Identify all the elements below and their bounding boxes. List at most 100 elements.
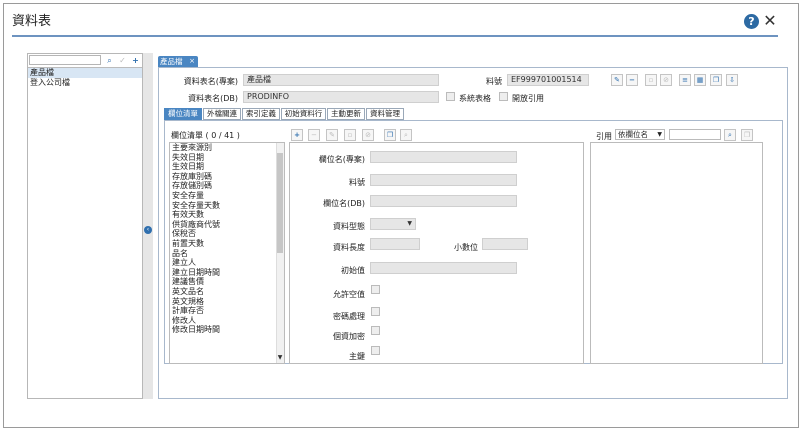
document-tab-strip: 產品檔 × [158,56,788,67]
column-list[interactable]: 主要來源別 失效日期 生效日期 存放庫別碼 存放儲別碼 安全存量 安全存量天數 … [169,142,285,364]
primary-key-checkbox[interactable] [371,346,380,355]
list-item[interactable]: 存放儲別碼 [170,181,284,191]
list-item[interactable]: 存放庫別碼 [170,172,284,182]
list-item[interactable]: 建立日期時間 [170,268,284,278]
list-item[interactable]: 供貨廠商代號 [170,220,284,230]
add-field-icon[interactable]: + [291,129,303,141]
table-name-local-label: 資料表名(專案) [183,77,238,86]
list-item[interactable]: 建立人 [170,258,284,268]
primary-key-label: 主鍵 [349,352,365,361]
tab-foreign-relation[interactable]: 外檔關連 [203,108,241,120]
tab-product-file[interactable]: 產品檔 × [158,56,198,67]
collapse-arrow-icon[interactable]: ‹ [144,226,152,234]
list-item[interactable]: 產品檔 [28,68,142,78]
data-type-select[interactable]: ▼ [370,218,416,230]
cancel-field-icon[interactable]: ⊘ [362,129,374,141]
list-item[interactable]: 修改日期時間 [170,325,284,335]
code-label: 料號 [486,77,502,86]
system-table-checkbox[interactable] [446,92,455,101]
list-icon[interactable]: ≡ [679,74,691,86]
ref-select[interactable]: 依欄位名 ▼ [615,129,665,140]
list-item[interactable]: 有效天數 [170,210,284,220]
help-icon[interactable]: ? [744,14,759,29]
table-name-db-field[interactable]: PRODINFO [243,91,439,103]
minus-icon[interactable]: − [626,74,638,86]
ref-select-value: 依欄位名 [618,130,648,139]
remove-field-icon[interactable]: − [308,129,320,141]
allow-null-label: 允許空值 [333,290,365,299]
list-item[interactable]: 保稅否 [170,229,284,239]
password-label: 密碼處理 [333,312,365,321]
chevron-down-icon: ▼ [407,220,412,227]
ref-search-icon[interactable]: ⌕ [724,129,736,141]
password-checkbox[interactable] [371,307,380,316]
encrypt-checkbox[interactable] [371,326,380,335]
list-item[interactable]: 登入公司檔 [28,78,142,88]
cancel-icon[interactable]: ⊘ [660,74,672,86]
list-item[interactable]: 建議售價 [170,277,284,287]
list-item[interactable]: 安全存量 [170,191,284,201]
grid-icon[interactable]: ▦ [694,74,706,86]
list-item[interactable]: 失效日期 [170,153,284,163]
system-table-label: 系統表格 [459,94,491,103]
list-item[interactable]: 修改人 [170,316,284,326]
decimals-input[interactable] [482,238,528,250]
edit-icon[interactable]: ✎ [611,74,623,86]
field-name-db-label: 欄位名(DB) [323,199,365,208]
list-item[interactable]: 前置天數 [170,239,284,249]
table-list: 產品檔 登入公司檔 [28,67,142,399]
list-item[interactable]: 品名 [170,249,284,259]
field-code-label: 料號 [349,178,365,187]
open-ref-checkbox[interactable] [499,92,508,101]
list-item[interactable]: 生效日期 [170,162,284,172]
list-item[interactable]: 英文品名 [170,287,284,297]
field-name-local-label: 欄位名(專案) [318,155,365,164]
ref-copy-icon[interactable]: ❐ [741,129,753,141]
close-icon[interactable]: ✕ [763,13,777,29]
table-name-db-label: 資料表名(DB) [188,94,238,103]
initial-value-input[interactable] [370,262,517,274]
tab-close-icon[interactable]: × [189,56,195,67]
tab-active-update[interactable]: 主動更新 [327,108,365,120]
title-divider [12,35,778,37]
tab-label: 產品檔 [160,57,183,66]
scroll-down-icon[interactable]: ▼ [277,354,283,362]
column-list-header: 欄位清單 ( 0 / 41 ) [171,131,240,140]
tab-index-def[interactable]: 索引定義 [242,108,280,120]
field-name-local-input[interactable] [370,151,517,163]
tab-field-list[interactable]: 欄位清單 [164,108,202,120]
save-icon[interactable]: ▫ [645,74,657,86]
data-length-input[interactable] [370,238,420,250]
table-name-local-field[interactable]: 產品檔 [243,74,439,86]
save-field-icon[interactable]: ▫ [344,129,356,141]
encrypt-label: 個資加密 [333,332,365,341]
edit-field-icon[interactable]: ✎ [326,129,338,141]
ref-label: 引用 [596,132,612,141]
field-name-db-input[interactable] [370,195,517,207]
tab-data-manage[interactable]: 資料管理 [366,108,404,120]
table-search-input[interactable] [29,55,101,65]
open-ref-label: 開放引用 [512,94,544,103]
field-code-input[interactable] [370,174,517,186]
check-icon[interactable]: ✓ [117,55,128,66]
search-field-icon[interactable]: ⌕ [400,129,412,141]
list-item[interactable]: 英文規格 [170,297,284,307]
reference-panel [590,142,763,364]
chevron-down-icon: ▼ [657,131,662,138]
download-icon[interactable]: ⇩ [726,74,738,86]
window-title: 資料表 [12,14,52,29]
tab-initial-data[interactable]: 初始資料行 [281,108,326,120]
data-length-label: 資料長度 [333,243,365,252]
list-item[interactable]: 計庫存否 [170,306,284,316]
search-icon[interactable]: ⌕ [104,55,115,66]
scrollbar-thumb[interactable] [277,153,283,253]
copy-icon[interactable]: ❐ [710,74,722,86]
list-item[interactable]: 主要來源別 [170,143,284,153]
list-item[interactable]: 安全存量天數 [170,201,284,211]
code-field[interactable]: EF999701001514 [507,74,589,86]
allow-null-checkbox[interactable] [371,285,380,294]
copy-field-icon[interactable]: ❐ [384,129,396,141]
add-icon[interactable]: + [130,55,141,66]
ref-search-input[interactable] [669,129,721,140]
decimals-label: 小數位 [454,243,478,252]
